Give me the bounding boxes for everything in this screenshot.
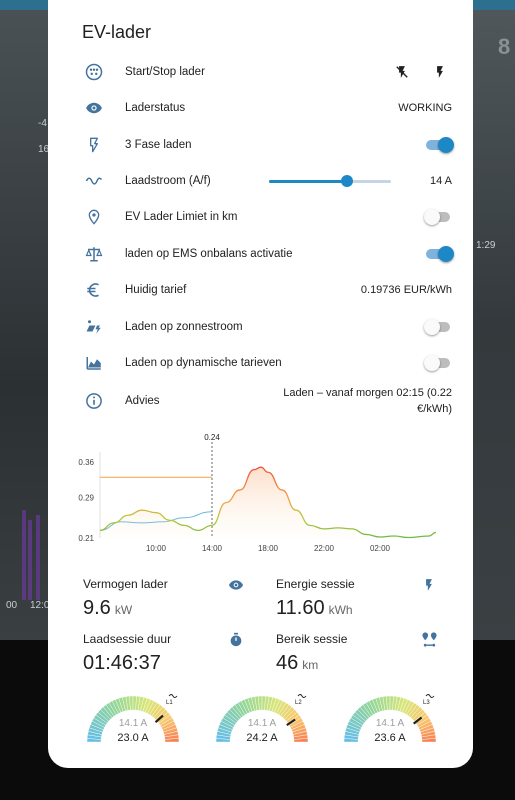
row-label: EV Lader Limiet in km	[125, 211, 238, 223]
x-tick-label: 02:00	[370, 544, 391, 553]
stat-unit: km	[302, 658, 319, 672]
gauge-phase-label: L1	[166, 700, 173, 706]
flash-outline-icon	[82, 133, 106, 157]
flash-icon	[422, 577, 436, 598]
x-tick-label: 14:00	[202, 544, 223, 553]
stat-value: 46	[276, 652, 299, 674]
dynamische-tarieven-toggle[interactable]	[424, 355, 452, 371]
euro-icon	[82, 278, 106, 302]
x-tick-label: 10:00	[146, 544, 167, 553]
gauge-phase-label: L3	[423, 700, 430, 706]
zonnestroom-toggle[interactable]	[424, 319, 452, 335]
background-right-panel	[471, 10, 515, 640]
row-label: Advies	[125, 395, 160, 407]
x-tick-label: 18:00	[258, 544, 279, 553]
sine-wave-icon	[425, 694, 435, 698]
map-marker-path-icon	[421, 631, 438, 653]
y-tick-label: 0.29	[78, 494, 94, 503]
gauge-l2: L2 14.1 A 24.2 A	[212, 690, 312, 750]
stat-value: 11.60	[276, 597, 325, 619]
series-area	[100, 467, 436, 538]
row-laadstroom: Laadstroom (A/f) 14 A	[82, 163, 452, 199]
row-huidig-tarief[interactable]: Huidig tarief 0.19736 EUR/kWh	[82, 272, 452, 308]
gauge-sub-value: 14.1 A	[375, 718, 405, 729]
3-fase-toggle[interactable]	[424, 137, 454, 153]
chart-area-icon	[82, 351, 106, 375]
ev-lader-limiet-toggle[interactable]	[424, 209, 452, 225]
sine-wave-icon	[297, 694, 307, 698]
eye-icon	[82, 96, 106, 120]
background-bar	[28, 520, 32, 600]
stat-energie: Energie sessie 11.60 kWh	[276, 577, 446, 620]
row-label: Laden op dynamische tarieven	[125, 357, 282, 369]
ems-onbalans-toggle[interactable]	[424, 246, 454, 262]
row-ev-lader-limiet: EV Lader Limiet in km	[82, 199, 452, 235]
background-axis-text: 00	[6, 600, 18, 611]
stat-label: Energie sessie	[276, 577, 355, 591]
gauge-l3: L3 14.1 A 23.6 A	[340, 690, 440, 750]
background-left-panel	[0, 10, 48, 640]
sine-wave-icon	[168, 694, 178, 698]
background-big-digit: 8	[498, 34, 511, 59]
y-tick-label: 0.36	[78, 458, 94, 467]
row-zonnestroom: Laden op zonnestroom	[82, 309, 452, 345]
row-label: laden op EMS onbalans activatie	[125, 248, 293, 260]
x-tick-label: 22:00	[314, 544, 335, 553]
background-value-text: -4	[38, 118, 47, 129]
row-label: Laderstatus	[125, 102, 186, 114]
gauge-sub-value: 14.1 A	[118, 718, 148, 729]
stat-value: 01:46:37	[83, 652, 161, 674]
sine-wave-icon	[82, 169, 106, 193]
map-marker-icon	[82, 205, 106, 229]
background-bar	[36, 515, 40, 600]
solar-power-icon	[82, 315, 106, 339]
ev-plug-icon	[82, 60, 106, 84]
row-label: 3 Fase laden	[125, 139, 192, 151]
gauge-l1: L1 14.1 A 23.0 A	[83, 690, 183, 750]
background-time-text: 1:29	[476, 240, 496, 251]
now-marker-label: 0.24	[204, 433, 220, 442]
stat-unit: kW	[114, 603, 133, 617]
flash-icon	[437, 66, 443, 78]
laadstroom-slider[interactable]	[269, 171, 391, 191]
price-chart[interactable]: 0.36 0.29 0.21 10:00 14:00 18:00 22:00 02:00 0.2…	[48, 430, 473, 560]
eye-icon	[227, 577, 245, 598]
row-label: Huidig tarief	[125, 284, 187, 296]
card-title: EV-lader	[82, 22, 152, 42]
row-ems-onbalans: laden op EMS onbalans activatie	[82, 236, 454, 272]
row-start-stop: Start/Stop lader	[82, 54, 452, 90]
row-laderstatus[interactable]: Laderstatus WORKING	[82, 90, 452, 126]
flash-off-button[interactable]	[390, 60, 414, 84]
laadstroom-value: 14 A	[429, 175, 452, 187]
row-3-fase: 3 Fase laden	[82, 127, 454, 163]
charger-status-value: WORKING	[398, 102, 452, 114]
advies-value: Laden – vanaf morgen 02:15 (0.22 €/kWh)	[283, 387, 452, 415]
row-label: Start/Stop lader	[125, 66, 205, 78]
row-label: Laden op zonnestroom	[125, 321, 243, 333]
tarief-value: 0.19736 EUR/kWh	[360, 284, 452, 296]
flash-off-icon	[396, 66, 408, 78]
row-dynamische-tarieven: Laden op dynamische tarieven	[82, 345, 452, 381]
stat-value: 9.6	[83, 597, 111, 619]
gauge-phase-label: L2	[295, 700, 302, 706]
timer-icon	[228, 631, 244, 653]
y-tick-label: 0.21	[78, 534, 94, 543]
gauge-value: 23.6 A	[374, 732, 406, 744]
slider-thumb[interactable]	[341, 175, 354, 187]
background-bar	[22, 510, 26, 600]
info-icon	[82, 389, 106, 413]
gauge-sub-value: 14.1 A	[247, 718, 277, 729]
row-advies[interactable]: Advies Laden – vanaf morgen 02:15 (0.22 …	[82, 382, 452, 420]
gauge-value: 23.0 A	[117, 732, 149, 744]
scale-balance-icon	[82, 242, 106, 266]
stat-unit: kWh	[328, 603, 353, 617]
gauge-value: 24.2 A	[246, 732, 278, 744]
flash-on-button[interactable]	[428, 60, 452, 84]
background-axis-text: 12:0	[30, 600, 50, 611]
